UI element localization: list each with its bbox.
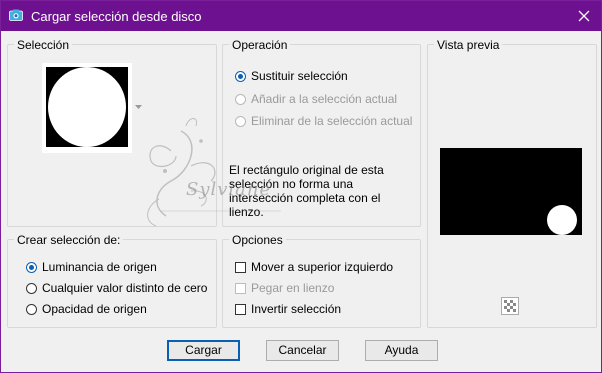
operacion-legend: Operación	[229, 38, 291, 52]
cargar-button[interactable]: Cargar	[167, 340, 240, 361]
radio-label: Luminancia de origen	[42, 260, 157, 274]
radio-luminancia[interactable]: Luminancia de origen	[26, 260, 157, 274]
checkbox-label: Pegar en lienzo	[251, 281, 335, 295]
title-bar: Cargar selección desde disco	[1, 1, 601, 31]
opciones-group: Opciones Mover a superior izquierdo Pega…	[222, 233, 421, 328]
checkbox-label: Mover a superior izquierdo	[251, 260, 394, 274]
preview-canvas	[440, 148, 582, 235]
vista-previa-group: Vista previa	[427, 38, 597, 328]
radio-dot[interactable]	[235, 93, 246, 105]
crear-legend: Crear selección de:	[14, 233, 124, 247]
close-button[interactable]	[573, 5, 595, 27]
ayuda-button[interactable]: Ayuda	[365, 340, 438, 361]
radio-label: Cualquier valor distinto de cero	[42, 281, 208, 295]
close-icon	[578, 10, 590, 22]
radio-sustituir[interactable]: Sustituir selección	[235, 69, 348, 83]
radio-cualquier-valor[interactable]: Cualquier valor distinto de cero	[26, 281, 207, 295]
window-title: Cargar selección desde disco	[31, 9, 202, 24]
vista-previa-legend: Vista previa	[434, 38, 503, 52]
selection-thumbnail[interactable]	[42, 63, 132, 153]
crear-group: Crear selección de: Luminancia de origen…	[7, 233, 217, 328]
check-invertir[interactable]: Invertir selección	[235, 302, 341, 316]
checkbox[interactable]	[235, 282, 246, 294]
checker-icon[interactable]	[501, 297, 519, 315]
seleccion-legend: Selección	[14, 38, 73, 52]
radio-label: Opacidad de origen	[42, 302, 147, 316]
radio-dot[interactable]	[26, 261, 37, 273]
preview-circle	[547, 205, 577, 235]
dialog-window: Cargar selección desde disco Selección O…	[0, 0, 602, 373]
check-mover-superior[interactable]: Mover a superior izquierdo	[235, 260, 393, 274]
checkbox[interactable]	[235, 303, 246, 315]
cancelar-button[interactable]: Cancelar	[266, 340, 339, 361]
radio-anadir[interactable]: Añadir a la selección actual	[235, 92, 397, 106]
radio-dot[interactable]	[26, 303, 37, 315]
checker-pattern-icon	[504, 300, 516, 312]
radio-dot[interactable]	[235, 70, 246, 82]
watermark-logo	[147, 118, 281, 227]
radio-label: Añadir a la selección actual	[251, 92, 398, 106]
radio-label: Sustituir selección	[251, 69, 348, 83]
radio-opacidad[interactable]: Opacidad de origen	[26, 302, 147, 316]
checkbox-label: Invertir selección	[251, 302, 342, 316]
camera-icon	[9, 9, 23, 21]
checkbox[interactable]	[235, 261, 246, 273]
radio-dot[interactable]	[26, 282, 37, 294]
watermark-text: Sylviane	[186, 179, 272, 200]
dropdown-arrow-icon[interactable]	[135, 105, 142, 110]
check-pegar-lienzo[interactable]: Pegar en lienzo	[235, 281, 334, 295]
